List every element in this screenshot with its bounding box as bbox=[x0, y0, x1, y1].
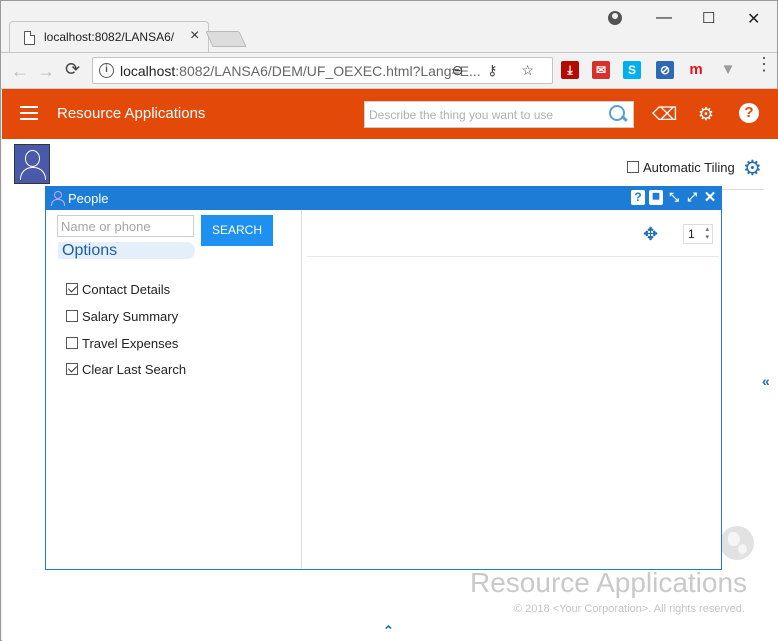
window-hide-icon[interactable]: ⯀ bbox=[649, 190, 663, 205]
omnibox-actions[interactable]: ⊖ ⚷ ☆ bbox=[452, 62, 544, 79]
info-icon[interactable]: i bbox=[99, 63, 114, 78]
blocker-extension-icon[interactable]: ⊘ bbox=[656, 61, 674, 79]
automatic-tiling-option[interactable]: Automatic Tiling bbox=[627, 160, 735, 175]
branding-title: Resource Applications bbox=[470, 567, 748, 598]
maximize-button[interactable]: ☐ bbox=[702, 9, 715, 27]
automatic-tiling-checkbox[interactable] bbox=[627, 161, 639, 173]
app-search[interactable] bbox=[364, 101, 634, 128]
forward-button[interactable]: → bbox=[37, 61, 55, 82]
m-extension-icon[interactable]: m bbox=[687, 61, 705, 79]
account-icon[interactable] bbox=[608, 11, 622, 25]
url-path: :8082/LANSA6/DEM/UF_OEXEC.html?Lang=E... bbox=[175, 63, 481, 79]
option-checkbox[interactable] bbox=[66, 310, 78, 322]
option-label: Salary Summary bbox=[82, 309, 179, 324]
option-checkbox[interactable] bbox=[66, 337, 78, 349]
option-item[interactable]: Salary Summary bbox=[66, 309, 178, 324]
skype-extension-icon[interactable]: S bbox=[623, 61, 641, 79]
menu-icon[interactable] bbox=[20, 106, 38, 120]
pdf-extension-icon[interactable]: ⤓ bbox=[561, 61, 579, 79]
options-heading: Options bbox=[58, 242, 195, 259]
move-icon[interactable]: ✥ bbox=[643, 224, 658, 245]
address-bar[interactable]: i localhost:8082/LANSA6/DEM/UF_OEXEC.htm… bbox=[92, 57, 553, 84]
window-expand-icon[interactable]: ⤢ bbox=[685, 190, 699, 205]
window-help-icon[interactable]: ? bbox=[631, 190, 645, 205]
name-or-phone-input[interactable] bbox=[57, 215, 194, 237]
option-label: Clear Last Search bbox=[82, 362, 187, 377]
window-close-button[interactable]: ✕ bbox=[747, 9, 760, 29]
search-icon[interactable] bbox=[607, 104, 627, 124]
browser-titlebar: localhost:8082/LANSA6/ × — ☐ ✕ bbox=[1, 1, 777, 53]
eraser-icon[interactable]: ⌫ bbox=[652, 103, 677, 125]
option-label: Contact Details bbox=[82, 282, 171, 297]
people-window: People ? ⯀ ⤡ ⤢ ✕ SEARCH Options Contact … bbox=[45, 186, 722, 570]
option-item[interactable]: Contact Details bbox=[66, 282, 170, 297]
option-item[interactable]: Clear Last Search bbox=[66, 362, 186, 377]
gear-icon[interactable]: ⚙ bbox=[695, 103, 717, 125]
spinner-arrows-icon[interactable]: ▴ ▾ bbox=[705, 226, 709, 242]
option-checkbox[interactable] bbox=[66, 283, 78, 295]
people-window-header[interactable]: People ? ⯀ ⤡ ⤢ ✕ bbox=[46, 187, 721, 210]
people-results-pane: ✥ 1 ▴ ▾ bbox=[303, 210, 721, 569]
page-spinner[interactable]: 1 ▴ ▾ bbox=[683, 224, 713, 244]
people-window-title: People bbox=[68, 191, 109, 206]
expand-up-icon[interactable]: ⌃ bbox=[383, 623, 394, 639]
person-icon bbox=[51, 191, 65, 206]
results-divider bbox=[307, 256, 719, 257]
option-item[interactable]: Travel Expenses bbox=[66, 336, 178, 351]
minimize-button[interactable]: — bbox=[656, 9, 672, 27]
globe-logo-icon bbox=[720, 526, 754, 560]
app-title: Resource Applications bbox=[57, 105, 206, 122]
reload-button[interactable]: ⟳ bbox=[65, 59, 80, 80]
people-search-pane: SEARCH Options Contact Details Salary Sum… bbox=[46, 210, 302, 569]
browser-menu-icon[interactable]: ⋮ bbox=[755, 55, 773, 73]
browser-frame: localhost:8082/LANSA6/ × — ☐ ✕ ← → ⟳ i l… bbox=[0, 0, 778, 641]
browser-tab[interactable]: localhost:8082/LANSA6/ × bbox=[9, 21, 209, 53]
tab-title: localhost:8082/LANSA6/ bbox=[44, 30, 175, 44]
option-label: Travel Expenses bbox=[82, 336, 179, 351]
help-icon[interactable]: ? bbox=[739, 103, 759, 123]
page-spinner-value: 1 bbox=[688, 227, 695, 241]
url-host: localhost bbox=[120, 63, 176, 79]
option-checkbox[interactable] bbox=[66, 363, 78, 375]
collapse-left-icon[interactable]: « bbox=[762, 373, 770, 389]
back-button[interactable]: ← bbox=[11, 61, 29, 82]
window-close-icon[interactable]: ✕ bbox=[703, 190, 717, 205]
tab-close-icon[interactable]: × bbox=[190, 27, 199, 45]
automatic-tiling-label: Automatic Tiling bbox=[643, 160, 735, 175]
new-tab-button[interactable] bbox=[205, 31, 247, 47]
mail-extension-icon[interactable]: ✉ bbox=[592, 61, 610, 79]
funnel-extension-icon[interactable]: ▼ bbox=[719, 61, 737, 79]
settings-gear-icon[interactable]: ⚙ bbox=[743, 156, 762, 181]
app-page: Resource Applications ⌫ ⚙ ? Automatic Ti… bbox=[2, 89, 778, 641]
window-shrink-icon[interactable]: ⤡ bbox=[667, 190, 681, 205]
app-header: Resource Applications ⌫ ⚙ ? bbox=[2, 89, 778, 139]
document-icon bbox=[24, 31, 35, 45]
user-avatar[interactable] bbox=[14, 144, 50, 184]
app-search-input[interactable] bbox=[367, 105, 602, 125]
url-text[interactable]: localhost:8082/LANSA6/DEM/UF_OEXEC.html?… bbox=[120, 63, 481, 79]
search-button[interactable]: SEARCH bbox=[201, 215, 273, 246]
copyright-text: © 2018 <Your Corporation>. All rights re… bbox=[514, 603, 745, 615]
